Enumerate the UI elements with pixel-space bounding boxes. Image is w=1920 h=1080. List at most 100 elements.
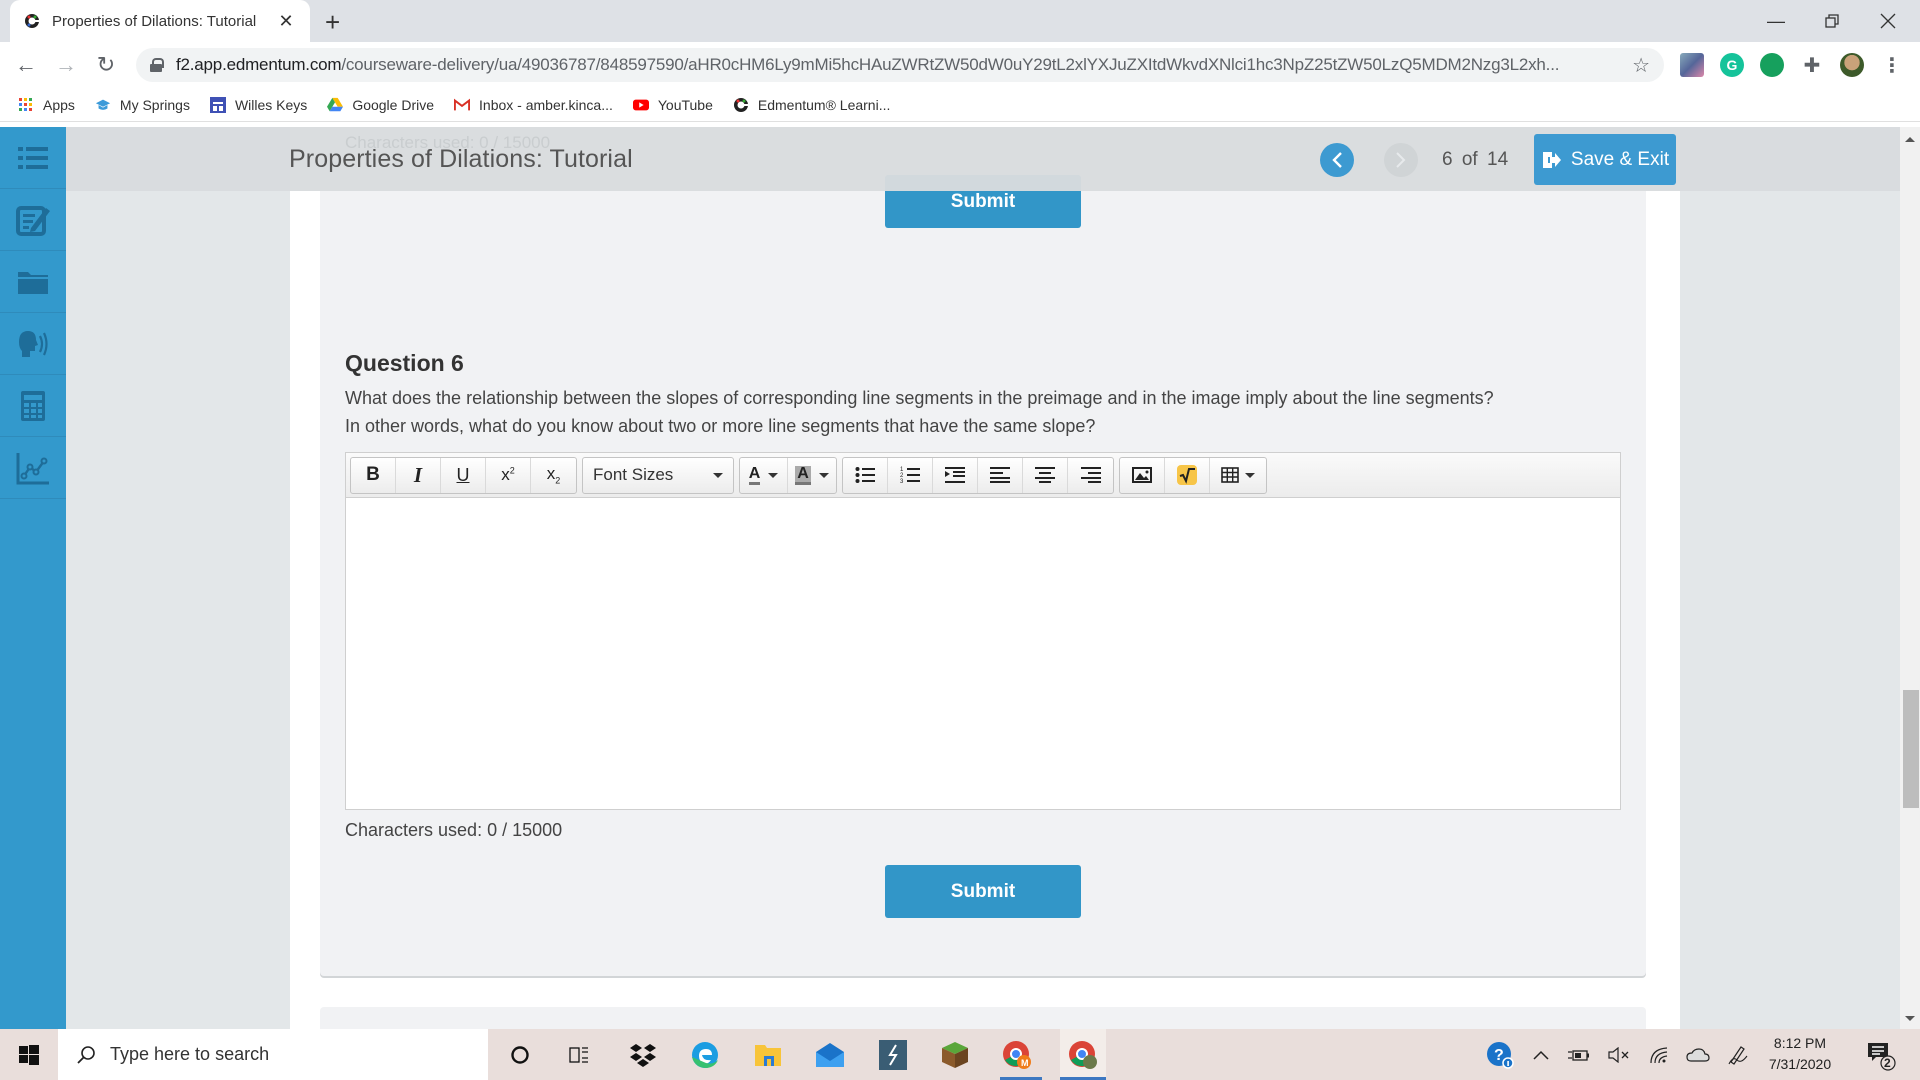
question-prompt: What does the relationship between the s… — [345, 384, 1635, 440]
math-equation-button[interactable] — [1165, 457, 1210, 493]
scroll-down-arrow-icon[interactable] — [1905, 1016, 1915, 1021]
edge-browser-icon[interactable] — [687, 1037, 723, 1073]
scroll-up-arrow-icon[interactable] — [1905, 137, 1915, 142]
bookmark-google-drive[interactable]: Google Drive — [327, 97, 434, 113]
sidebar-calculator[interactable] — [0, 375, 66, 437]
bookmark-my-springs[interactable]: My Springs — [95, 97, 190, 113]
browser-tab-strip: Properties of Dilations: Tutorial ✕ + — — [0, 0, 1920, 42]
superscript-button[interactable]: x2 — [486, 457, 531, 493]
bookmark-willes-keys[interactable]: Willes Keys — [209, 96, 307, 113]
url-text[interactable]: f2.app.edmentum.com/courseware-delivery/… — [176, 55, 1632, 75]
bold-button[interactable]: B — [351, 457, 396, 493]
wifi-icon[interactable] — [1645, 1041, 1673, 1069]
taskbar-clock[interactable]: 8:12 PM 7/31/2020 — [1760, 1033, 1840, 1075]
volume-muted-icon[interactable] — [1605, 1041, 1633, 1069]
question-line-1: What does the relationship between the s… — [345, 388, 1494, 408]
underline-button[interactable]: U — [441, 457, 486, 493]
page-of-label: of — [1461, 149, 1478, 170]
reload-icon[interactable]: ↻ — [92, 51, 120, 79]
align-left-button[interactable] — [978, 457, 1023, 493]
restore-icon[interactable] — [1804, 0, 1860, 42]
chrome-profile-m-icon[interactable]: M — [999, 1037, 1035, 1073]
text-color-button[interactable]: A — [740, 457, 788, 493]
extensions-puzzle-icon[interactable]: ✚ — [1800, 53, 1824, 77]
minimize-icon[interactable]: — — [1748, 0, 1804, 42]
back-arrow-icon[interactable]: ← — [12, 51, 40, 79]
underline-icon: U — [456, 464, 470, 485]
dropbox-icon[interactable] — [625, 1037, 661, 1073]
image-icon — [1132, 467, 1152, 483]
browser-tab[interactable]: Properties of Dilations: Tutorial ✕ — [10, 0, 310, 42]
close-window-icon[interactable] — [1860, 0, 1916, 42]
page-total: 14 — [1487, 149, 1509, 170]
forward-arrow-icon[interactable]: → — [52, 51, 80, 79]
file-explorer-icon[interactable] — [750, 1037, 786, 1073]
notification-count-badge: 2 — [1884, 1056, 1891, 1070]
grammarly-icon[interactable]: G — [1720, 53, 1744, 77]
sidebar-notes[interactable] — [0, 189, 66, 251]
mail-icon[interactable] — [812, 1037, 848, 1073]
text-style-group: B I U x2 x2 — [350, 456, 577, 494]
address-bar[interactable]: f2.app.edmentum.com/courseware-delivery/… — [136, 48, 1664, 82]
pen-workspace-icon[interactable] — [1724, 1041, 1752, 1069]
previous-page-button[interactable] — [1320, 143, 1354, 177]
align-left-icon — [990, 467, 1010, 483]
background-color-icon: A — [795, 465, 811, 485]
profile-avatar[interactable] — [1840, 53, 1864, 77]
browser-menu-icon[interactable]: ⋮ — [1880, 53, 1904, 77]
insert-table-button[interactable] — [1210, 458, 1266, 493]
sidebar-table-of-contents[interactable] — [0, 127, 66, 189]
clock-date: 7/31/2020 — [1768, 1056, 1832, 1072]
sidebar-text-to-speech[interactable] — [0, 313, 66, 375]
background-color-button[interactable]: A — [788, 458, 836, 493]
taskbar-search[interactable]: Type here to search — [58, 1029, 488, 1080]
submit-button[interactable]: Submit — [885, 865, 1081, 918]
onedrive-cloud-icon[interactable] — [1684, 1041, 1712, 1069]
italic-icon: I — [413, 462, 423, 487]
google-drive-icon — [327, 97, 344, 113]
new-tab-icon[interactable]: + — [325, 7, 340, 38]
bookmark-star-icon[interactable]: ☆ — [1632, 53, 1650, 78]
scrivener-icon[interactable] — [875, 1037, 911, 1073]
color-group: A A — [739, 456, 837, 494]
font-size-group: Font Sizes — [582, 456, 734, 494]
bullet-list-button[interactable] — [843, 457, 888, 493]
minecraft-icon[interactable] — [937, 1037, 973, 1073]
task-view-icon[interactable] — [561, 1037, 597, 1073]
bookmark-gmail-inbox[interactable]: Inbox - amber.kinca... — [454, 97, 613, 113]
page-scrollbar[interactable] — [1900, 127, 1920, 1029]
tab-title: Properties of Dilations: Tutorial — [52, 12, 257, 30]
sidebar-graph[interactable] — [0, 437, 66, 499]
graph-icon — [16, 452, 49, 484]
bookmark-label: Edmentum® Learni... — [757, 96, 891, 113]
bookmark-youtube[interactable]: YouTube — [632, 97, 713, 113]
font-sizes-dropdown[interactable]: Font Sizes — [583, 458, 733, 493]
bookmark-label: Google Drive — [352, 96, 435, 113]
align-right-button[interactable] — [1068, 458, 1113, 493]
show-hidden-icons-chevron-icon[interactable] — [1527, 1041, 1555, 1069]
scrollbar-thumb[interactable] — [1903, 690, 1919, 808]
chrome-profile-active-icon[interactable] — [1060, 1029, 1106, 1080]
start-button[interactable] — [0, 1029, 58, 1080]
bookmark-apps[interactable]: Apps — [18, 97, 75, 113]
extension-image-icon[interactable] — [1680, 53, 1704, 77]
url-path: /courseware-delivery/ua/49036787/8485975… — [341, 55, 1560, 74]
next-page-button[interactable] — [1384, 143, 1418, 177]
subscript-button[interactable]: x2 — [531, 458, 576, 493]
help-icon[interactable]: ? — [1486, 1041, 1514, 1069]
green-chat-icon[interactable] — [1760, 53, 1784, 77]
bookmark-edmentum[interactable]: Edmentum® Learni... — [733, 96, 891, 113]
sidebar-folder[interactable] — [0, 251, 66, 313]
numbered-list-button[interactable]: 123 — [888, 457, 933, 493]
tab-close-icon[interactable]: ✕ — [276, 11, 296, 32]
align-center-button[interactable] — [1023, 457, 1068, 493]
answer-text-area[interactable] — [346, 499, 1620, 809]
text-to-speech-icon — [19, 330, 48, 357]
battery-icon[interactable] — [1565, 1041, 1593, 1069]
italic-button[interactable]: I — [396, 457, 441, 493]
cortana-icon[interactable] — [502, 1037, 538, 1073]
save-and-exit-button[interactable]: Save & Exit — [1534, 134, 1676, 185]
insert-image-button[interactable] — [1120, 457, 1165, 493]
indent-button[interactable] — [933, 457, 978, 493]
action-center-button[interactable]: 2 — [1864, 1039, 1896, 1071]
